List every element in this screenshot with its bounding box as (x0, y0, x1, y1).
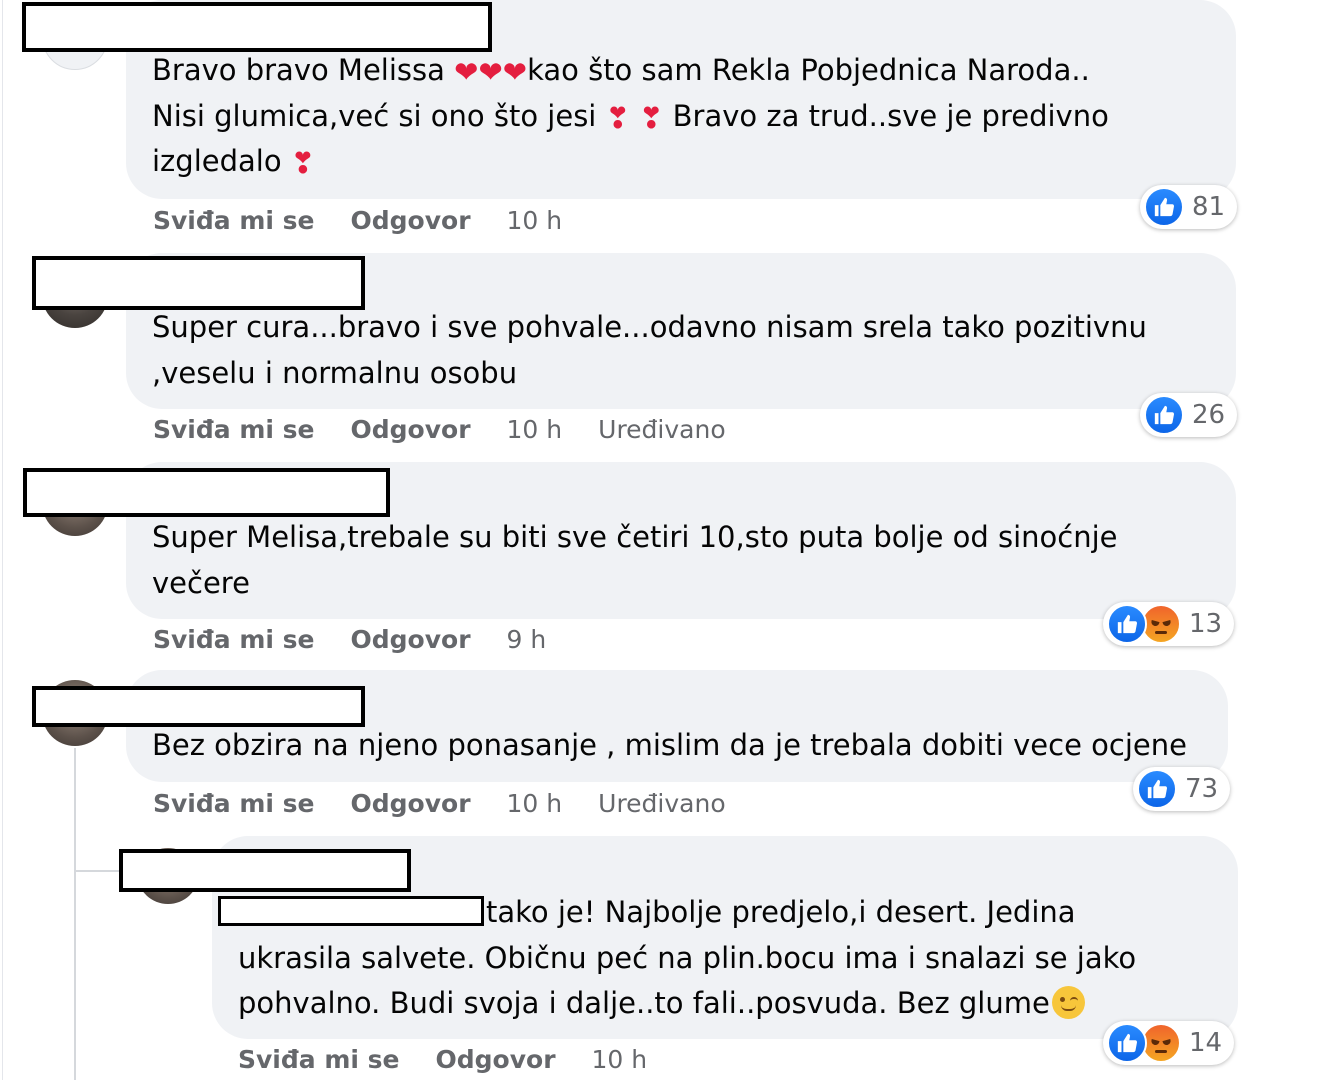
comment-actions: Sviđa mi se Odgovor 9 h (153, 625, 582, 654)
like-button[interactable]: Sviđa mi se (153, 625, 315, 654)
reply-thread-line (74, 748, 76, 1080)
angry-icon (1141, 604, 1181, 644)
red-heart-icon: ❤ (454, 55, 479, 89)
redacted-author-name (22, 2, 492, 52)
reply-button[interactable]: Odgovor (436, 1045, 556, 1074)
like-button[interactable]: Sviđa mi se (238, 1045, 400, 1074)
comment-text-part: Nisi glumica,već si ono što jesi (152, 98, 606, 133)
edited-label[interactable]: Uređivano (598, 415, 725, 444)
winking-face-icon (1051, 986, 1085, 1019)
redacted-author-name (32, 686, 365, 727)
reply-button[interactable]: Odgovor (351, 206, 471, 235)
like-icon (1137, 769, 1177, 809)
like-button[interactable]: Sviđa mi se (153, 206, 315, 235)
comment-actions: Sviđa mi se Odgovor 10 h Uređivano (153, 789, 726, 818)
redacted-author-name (23, 468, 390, 517)
reply-button[interactable]: Odgovor (351, 415, 471, 444)
comment-timestamp[interactable]: 10 h (507, 789, 563, 818)
comment-text-part: Bravo za trud..sve je predivno (663, 98, 1109, 133)
comment-timestamp[interactable]: 9 h (507, 625, 547, 654)
comment-text-part: Bez obzira na njeno ponasanje , mislim d… (152, 728, 1187, 762)
comment-actions: Sviđa mi se Odgovor 10 h Uređivano (153, 415, 726, 444)
comment-text-part: izgledalo (152, 144, 291, 178)
reaction-summary[interactable]: 26 (1140, 393, 1238, 437)
like-icon (1107, 604, 1147, 644)
comment-text-part: Super Melisa,trebale su biti sve četiri … (152, 520, 1118, 554)
comment-timestamp[interactable]: 10 h (507, 415, 563, 444)
red-heart-icon: ❤ (478, 55, 503, 89)
like-button[interactable]: Sviđa mi se (153, 415, 315, 444)
heart-exclamation-icon: ❣ (290, 146, 316, 180)
reaction-summary[interactable]: 73 (1133, 767, 1231, 811)
reaction-count: 26 (1192, 400, 1226, 430)
comment-actions: Sviđa mi se Odgovor 10 h (238, 1045, 683, 1074)
redacted-mention (218, 896, 484, 926)
reaction-summary[interactable]: 81 (1140, 185, 1238, 229)
comment-text-part: večere (152, 565, 250, 600)
reaction-count: 81 (1192, 192, 1226, 222)
like-icon (1107, 1023, 1147, 1063)
like-icon (1144, 187, 1184, 227)
comment-text-part: Super cura...bravo i sve pohvale...odavn… (152, 310, 1147, 344)
comment-timestamp[interactable]: 10 h (592, 1045, 648, 1074)
reaction-count: 73 (1185, 774, 1219, 804)
angry-icon (1141, 1023, 1181, 1063)
page-edge-divider (2, 0, 3, 1080)
like-icon (1144, 395, 1184, 435)
reaction-summary[interactable]: 13 (1103, 602, 1235, 646)
reaction-count: 14 (1189, 1028, 1223, 1058)
comment-text-part: kao što sam Rekla Pobjednica Naroda.. (527, 53, 1090, 87)
red-heart-icon: ❤ (502, 55, 528, 89)
comment-text-part: Bravo bravo Melissa (152, 53, 455, 87)
redacted-author-name (119, 849, 411, 892)
comment-text-part: tako je! Najbolje predjelo,i desert. Jed… (486, 895, 1076, 929)
reply-button[interactable]: Odgovor (351, 625, 471, 654)
heart-exclamation-icon: ❣ (639, 100, 664, 135)
redacted-author-name (32, 256, 365, 310)
reaction-summary[interactable]: 14 (1103, 1021, 1235, 1065)
reaction-count: 13 (1189, 609, 1223, 639)
comment-actions: Sviđa mi se Odgovor 10 h (153, 206, 598, 235)
heart-exclamation-icon: ❣ (605, 100, 630, 135)
like-button[interactable]: Sviđa mi se (153, 789, 315, 818)
comment-timestamp[interactable]: 10 h (507, 206, 563, 235)
reply-button[interactable]: Odgovor (351, 789, 471, 818)
comment-text-part: ,veselu i normalnu osobu (152, 355, 518, 390)
edited-label[interactable]: Uređivano (598, 789, 725, 818)
comment-text-part: ukrasila salvete. Običnu peć na plin.boc… (238, 940, 1137, 975)
comment-text-part: pohvalno. Budi svoja i dalje..to fali..p… (238, 986, 1050, 1020)
